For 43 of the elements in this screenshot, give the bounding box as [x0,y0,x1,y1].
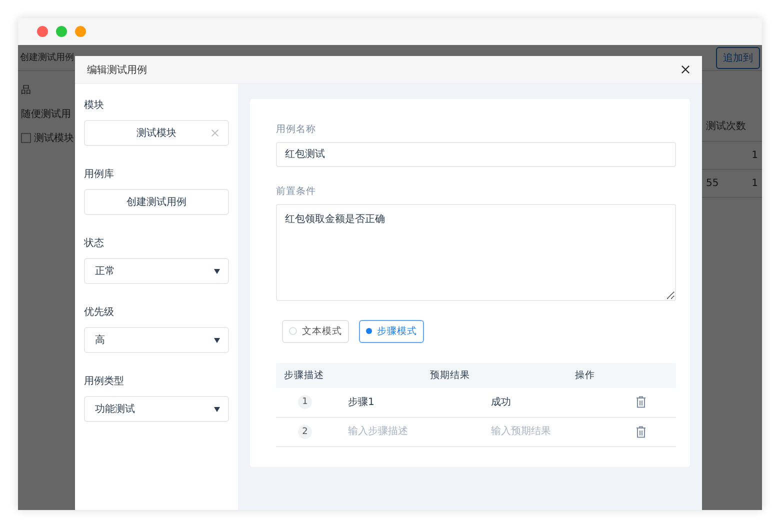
table-cell: 1 [752,150,758,161]
step-number: 1 [298,395,312,410]
field-label: 状态 [84,236,105,250]
window-control[interactable] [37,26,48,37]
window-control[interactable] [56,26,67,37]
select-field[interactable]: 功能测试 [84,396,229,422]
dialog-title: 编辑测试用例 [87,64,147,76]
select-field[interactable]: 高 [84,327,229,353]
step-field[interactable]: 步骤1 [348,396,468,408]
mode-option[interactable]: 步骤模式 [359,320,424,343]
field-label: 前置条件 [276,184,317,198]
module-field[interactable]: 测试模块 [84,120,229,146]
toolbar-title: 创建测试用例 [20,52,74,64]
step-field[interactable]: 输入步骤描述 [348,426,468,438]
step-number: 2 [298,424,312,439]
checkbox[interactable] [21,133,31,143]
result-field[interactable]: 成功 [491,396,611,408]
field-label: 用例名称 [276,123,317,136]
column-header: 步骤描述 [284,368,325,382]
close-icon[interactable] [681,65,690,74]
result-field[interactable]: 输入预期结果 [491,426,611,438]
field-label: 模块 [84,98,105,112]
precondition-field[interactable]: 红包领取金额是否正确 [276,204,676,301]
field-label: 用例库 [84,168,115,181]
column-header: 操作 [575,368,596,382]
caret-icon [214,268,220,274]
trash-icon[interactable] [636,426,646,438]
field-label: 优先级 [84,306,115,319]
clear-icon[interactable] [211,129,219,137]
name-field[interactable]: 红包测试 [276,142,676,167]
column-header: 预期结果 [430,368,471,382]
select-field[interactable]: 正常 [84,258,229,284]
field-label: 用例类型 [84,374,125,388]
table-cell: 55 [706,178,719,189]
mode-option[interactable]: 文本模式 [282,320,349,343]
trash-icon[interactable] [636,396,646,408]
window-control[interactable] [75,26,86,37]
caret-icon [214,338,220,342]
create-case-button[interactable]: 创建测试用例 [84,189,229,215]
table-cell: 1 [752,178,758,189]
column-header: 测试次数 [706,120,746,133]
caret-icon [214,406,220,412]
sidebar-title: 品 [20,84,32,97]
